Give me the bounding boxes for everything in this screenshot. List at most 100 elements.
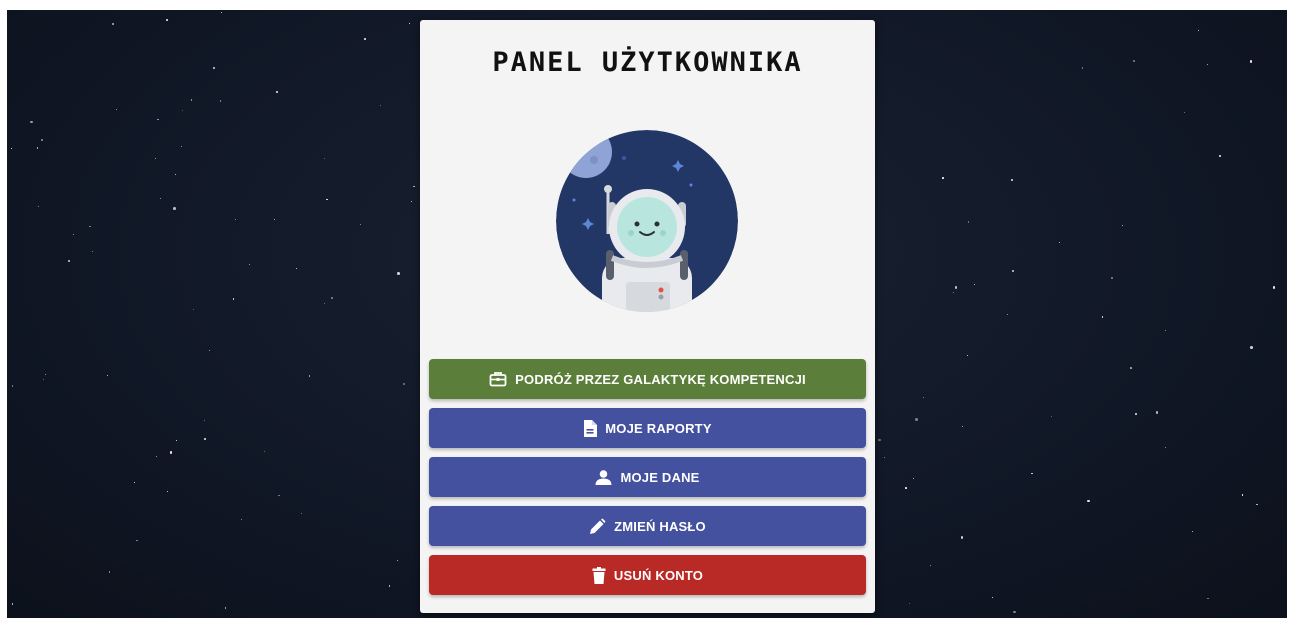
star [960,536,964,539]
star [220,11,222,13]
star [1191,531,1193,533]
star [1165,446,1167,448]
star [115,108,117,110]
star [175,173,177,175]
star [276,91,278,93]
star [1241,494,1244,496]
star [219,99,222,102]
star [40,138,44,142]
star [241,518,243,520]
star [1050,415,1053,418]
star [323,302,325,304]
star [190,99,193,101]
star [1011,269,1015,273]
starfield-background: PANEL UŻYTKOWNIKA PODRÓŻ PRZEZ GALAKTYKĘ… [7,10,1287,618]
star [1059,241,1061,243]
my-reports-button[interactable]: MOJE RAPORTY [429,408,866,448]
star [203,420,205,422]
star [180,145,182,147]
star [952,291,955,294]
star [300,513,302,515]
star [1135,413,1138,416]
star [1087,499,1090,503]
star [157,118,159,121]
star [331,297,333,299]
star [915,418,918,421]
competence-galaxy-journey-button[interactable]: PODRÓŻ PRZEZ GALAKTYKĘ KOMPETENCJI [429,359,866,399]
star [973,283,976,286]
star [208,349,210,351]
star [413,185,415,188]
star [1133,60,1135,62]
star [1207,64,1209,66]
star [11,385,14,388]
star [44,373,47,376]
star [1013,610,1016,614]
star [111,22,115,26]
star [175,439,177,441]
star [108,571,111,573]
document-icon [583,419,598,437]
star [410,200,413,203]
star [67,259,71,263]
star [878,438,881,442]
button-label: MOJE DANE [620,469,700,485]
star [169,451,173,454]
star [11,147,13,149]
star [136,539,138,542]
star [133,482,135,484]
star [1207,597,1209,600]
star [155,456,157,458]
astronaut-avatar-icon [556,130,738,312]
star [36,147,39,149]
star [954,286,958,289]
star [1101,316,1104,318]
star [248,264,250,266]
page-title: PANEL UŻYTKOWNIKA [492,47,803,78]
change-password-button[interactable]: ZMIEŃ HASŁO [429,506,866,546]
star [1130,367,1132,369]
astronaut-illustration [556,130,738,312]
star [92,250,94,252]
person-icon [595,469,612,485]
star [942,176,944,179]
button-label: USUŃ KONTO [613,567,704,583]
star [154,157,156,159]
delete-account-button[interactable]: USUŃ KONTO [429,555,866,595]
star [295,267,298,270]
star [923,397,925,399]
star [165,19,168,21]
star [402,382,406,386]
star [992,596,994,598]
star [397,560,399,562]
star [107,375,109,377]
star [213,67,215,70]
user-panel-card: PANEL UŻYTKOWNIKA PODRÓŻ PRZEZ GALAKTYKĘ… [420,20,875,613]
star [308,375,311,377]
star [88,225,91,228]
star [388,585,391,587]
star [1121,224,1123,226]
star [323,157,326,160]
star [1272,286,1276,289]
star [409,23,411,25]
star [224,607,227,609]
star [364,38,366,40]
briefcase-icon [489,371,507,387]
star [1219,155,1222,158]
star [234,218,236,220]
star [204,438,206,441]
star [380,104,382,106]
star [160,198,162,200]
star [967,220,970,223]
star [961,426,963,428]
my-data-button[interactable]: MOJE DANE [429,457,866,497]
star [1250,346,1253,349]
star [1031,472,1034,475]
star [1155,411,1159,414]
star [1197,30,1199,32]
star [1011,179,1013,181]
trash-icon [592,566,606,584]
star [359,223,361,225]
star [912,477,914,479]
